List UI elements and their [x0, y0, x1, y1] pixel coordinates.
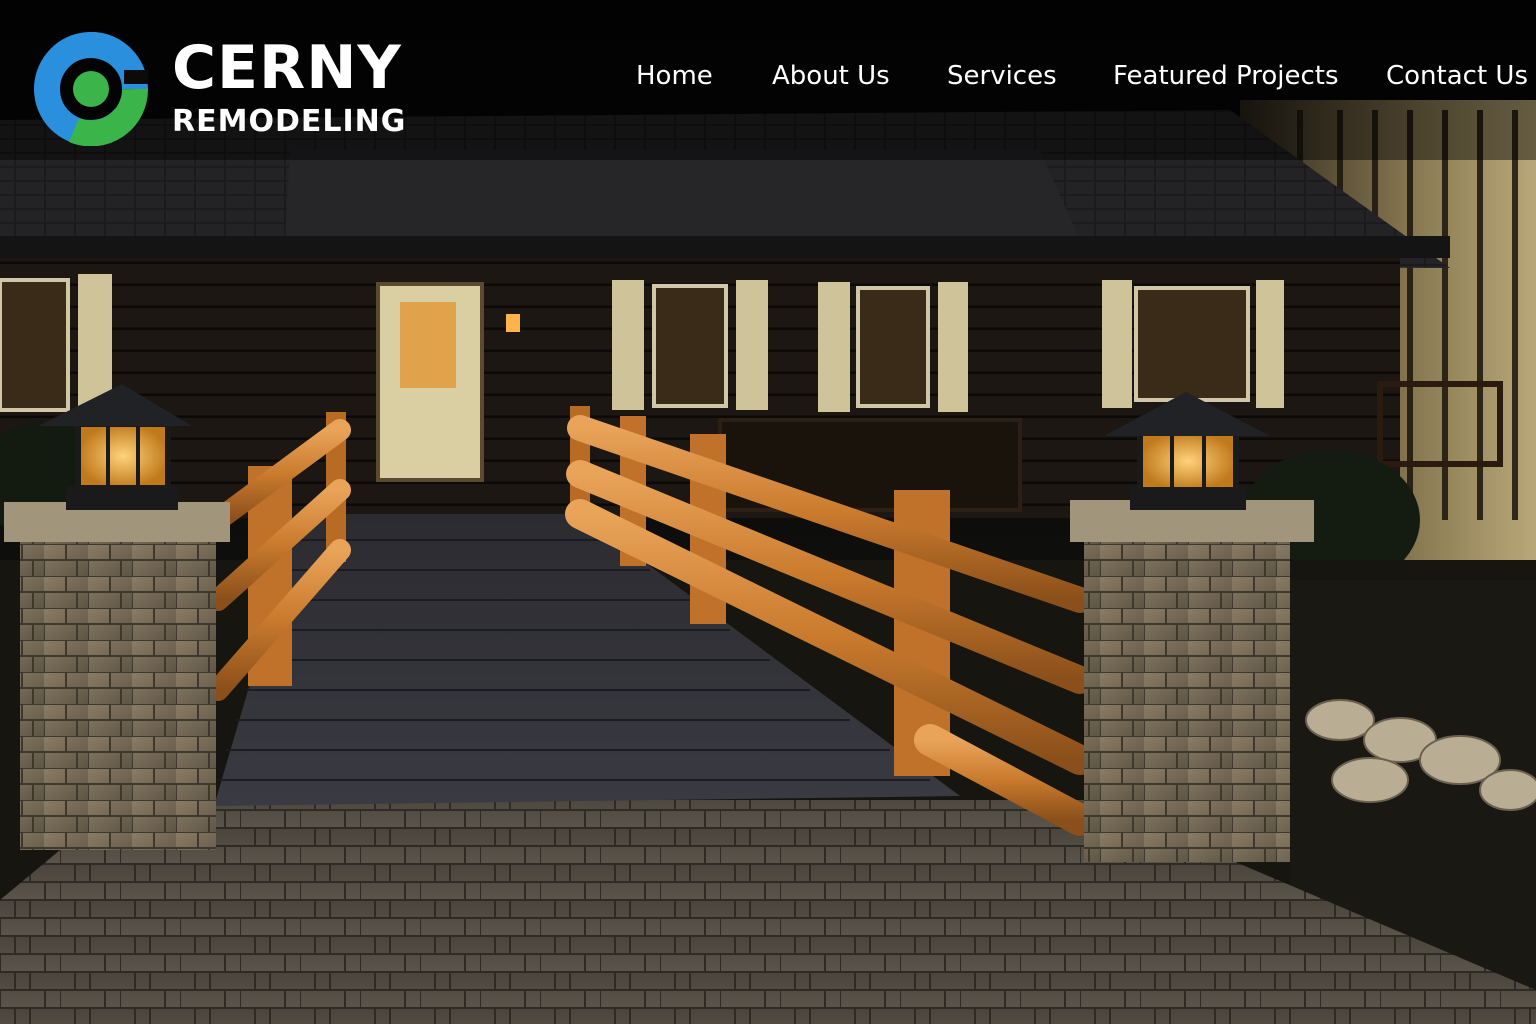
nav-services[interactable]: Services: [947, 56, 1057, 96]
nav-about-us[interactable]: About Us: [772, 56, 890, 96]
nav-home[interactable]: Home: [636, 56, 713, 96]
hero-section: CERNY REMODELING Home About Us Services …: [0, 0, 1536, 1024]
brand-subtitle: REMODELING: [172, 104, 407, 139]
nav-contact-us[interactable]: Contact Us: [1386, 56, 1528, 96]
hero-background-photo: [0, 0, 1536, 1024]
main-navigation: Home About Us Services Featured Projects…: [0, 56, 1536, 100]
site-header: CERNY REMODELING Home About Us Services …: [0, 0, 1536, 150]
nav-featured-projects[interactable]: Featured Projects: [1113, 56, 1339, 96]
